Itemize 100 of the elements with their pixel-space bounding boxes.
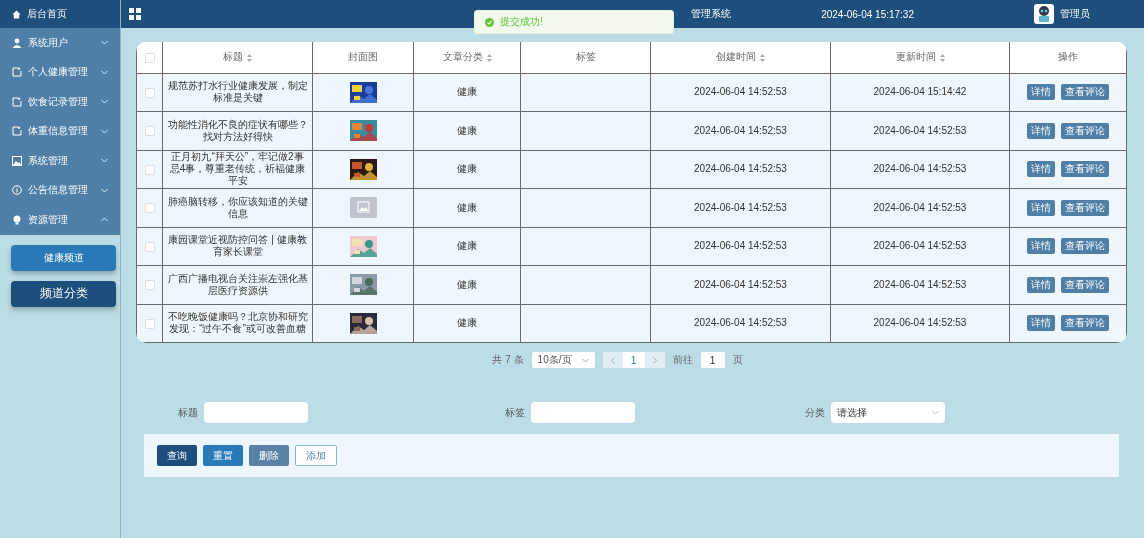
comments-button[interactable]: 查看评论 bbox=[1061, 315, 1109, 332]
page-size-select[interactable]: 10条/页 bbox=[531, 352, 595, 368]
table-cell: 广西广播电视台关注崇左强化基层医疗资源供 bbox=[162, 265, 313, 304]
chevron-icon[interactable] bbox=[101, 128, 108, 134]
image-icon bbox=[12, 155, 22, 166]
sort-icon[interactable] bbox=[760, 53, 765, 62]
column-header[interactable]: 更新时间 bbox=[830, 42, 1010, 73]
table-cell: 2024-06-04 14:52:53 bbox=[650, 73, 831, 112]
chevron-right-icon bbox=[652, 356, 657, 364]
menu-label: 个人健康管理 bbox=[28, 65, 88, 80]
column-header[interactable]: 文章分类 bbox=[413, 42, 521, 73]
details-button[interactable]: 详情 bbox=[1027, 122, 1055, 139]
total-count: 共 7 条 bbox=[492, 353, 524, 367]
chevron-icon[interactable] bbox=[101, 158, 108, 164]
sidebar-item[interactable]: 饮食记录管理 bbox=[0, 87, 120, 117]
home-menu-item[interactable]: 后台首页 bbox=[0, 0, 120, 28]
app-title: 管理系统 bbox=[691, 7, 731, 21]
comments-button[interactable]: 查看评论 bbox=[1061, 84, 1109, 101]
chevron-icon[interactable] bbox=[101, 40, 108, 46]
checkbox[interactable] bbox=[144, 241, 155, 252]
menu-label: 后台首页 bbox=[27, 7, 67, 21]
page-number[interactable]: 1 bbox=[622, 352, 645, 368]
column-header[interactable]: 标题 bbox=[162, 42, 313, 73]
sidebar-item[interactable]: 系统用户 bbox=[0, 28, 120, 58]
comments-button[interactable]: 查看评论 bbox=[1061, 122, 1109, 139]
next-page-button[interactable] bbox=[644, 352, 665, 368]
sidebar-item[interactable]: 公告信息管理 bbox=[0, 175, 120, 205]
checkbox[interactable] bbox=[144, 203, 155, 214]
checkbox[interactable] bbox=[144, 52, 155, 63]
sidebar-item[interactable]: 个人健康管理 bbox=[0, 57, 120, 87]
caret-icon bbox=[932, 410, 939, 415]
details-button[interactable]: 详情 bbox=[1027, 199, 1055, 216]
table-cell: 健康 bbox=[413, 150, 521, 189]
chevron-icon[interactable] bbox=[101, 187, 108, 193]
check-circle-icon bbox=[485, 17, 494, 27]
user-icon bbox=[12, 37, 22, 48]
table-cell: 2024-06-04 15:14:42 bbox=[830, 73, 1010, 112]
sidebar-item[interactable]: 资源管理 bbox=[0, 205, 120, 235]
table-cell: 功能性消化不良的症状有哪些？找对方法好得快 bbox=[162, 111, 313, 150]
table-cell: 2024-06-04 14:52:53 bbox=[650, 188, 831, 227]
user-name[interactable]: 管理员 bbox=[1060, 7, 1090, 21]
details-button[interactable]: 详情 bbox=[1027, 276, 1055, 293]
submenu-item[interactable]: 健康频道 bbox=[11, 244, 116, 271]
field-label: 分类 bbox=[805, 405, 825, 420]
robot-avatar-icon[interactable] bbox=[1034, 4, 1054, 24]
action-button[interactable]: 重置 bbox=[203, 445, 243, 466]
comments-button[interactable]: 查看评论 bbox=[1061, 276, 1109, 293]
table-cell: 健康 bbox=[413, 304, 521, 343]
details-button[interactable]: 详情 bbox=[1027, 315, 1055, 332]
document-icon bbox=[12, 126, 22, 137]
chevron-icon[interactable] bbox=[101, 217, 108, 223]
table-cell: 正月初九“拜天公”，牢记做2事忌4事，尊重老传统，祈福健康平安 bbox=[162, 150, 313, 189]
grid-menu-icon[interactable] bbox=[129, 8, 141, 20]
info-icon bbox=[12, 185, 22, 196]
table-cell: 2024-06-04 14:52:53 bbox=[650, 227, 831, 266]
checkbox[interactable] bbox=[144, 318, 155, 329]
sort-icon[interactable] bbox=[939, 53, 945, 62]
table-cell: 健康 bbox=[413, 227, 521, 266]
datetime: 2024-06-04 15:17:32 bbox=[821, 8, 914, 20]
checkbox[interactable] bbox=[144, 280, 155, 291]
sidebar-item[interactable]: 体重信息管理 bbox=[0, 116, 120, 146]
column-header: 标签 bbox=[520, 42, 651, 73]
table-cell: 2024-06-04 14:52:53 bbox=[830, 265, 1010, 304]
chevron-icon[interactable] bbox=[101, 69, 108, 75]
menu-label: 饮食记录管理 bbox=[28, 94, 88, 109]
goto-page-field[interactable]: 1 bbox=[700, 352, 725, 368]
checkbox[interactable] bbox=[144, 126, 155, 137]
document-icon bbox=[12, 67, 22, 78]
sort-icon[interactable] bbox=[486, 53, 492, 62]
action-button[interactable]: 添加 bbox=[295, 445, 337, 466]
action-button[interactable]: 查询 bbox=[157, 445, 197, 466]
category-select[interactable]: 请选择 bbox=[831, 402, 945, 423]
chevron-left-icon bbox=[610, 356, 615, 364]
checkbox[interactable] bbox=[144, 164, 155, 175]
menu-label: 系统管理 bbox=[28, 153, 68, 168]
details-button[interactable]: 详情 bbox=[1027, 84, 1055, 101]
submenu-item[interactable]: 频道分类 bbox=[11, 280, 116, 307]
table-cell: 2024-06-04 14:52:53 bbox=[650, 111, 831, 150]
comments-button[interactable]: 查看评论 bbox=[1061, 161, 1109, 178]
table-cell: 2024-06-04 14:52:53 bbox=[830, 150, 1010, 189]
input-field[interactable] bbox=[531, 402, 635, 423]
details-button[interactable]: 详情 bbox=[1027, 238, 1055, 255]
table-cell: 规范苏打水行业健康发展，制定标准是关键 bbox=[162, 73, 313, 112]
table-cell: 健康 bbox=[413, 73, 521, 112]
sort-icon[interactable] bbox=[247, 53, 252, 62]
bulb-icon bbox=[12, 214, 22, 225]
image-placeholder-icon bbox=[349, 197, 377, 219]
action-button[interactable]: 删除 bbox=[249, 445, 289, 466]
column-header[interactable]: 创建时间 bbox=[650, 42, 831, 73]
prev-page-button[interactable] bbox=[602, 352, 623, 368]
chevron-icon[interactable] bbox=[101, 99, 108, 105]
table-cell: 肺癌脑转移，你应该知道的关键信息 bbox=[162, 188, 313, 227]
sidebar-item[interactable]: 系统管理 bbox=[0, 146, 120, 176]
input-field[interactable] bbox=[204, 402, 308, 423]
checkbox[interactable] bbox=[144, 87, 155, 98]
home-icon bbox=[12, 9, 21, 19]
table-cell: 不吃晚饭健康吗？北京协和研究发现：“过午不食”或可改善血糖 bbox=[162, 304, 313, 343]
details-button[interactable]: 详情 bbox=[1027, 161, 1055, 178]
comments-button[interactable]: 查看评论 bbox=[1061, 199, 1109, 216]
comments-button[interactable]: 查看评论 bbox=[1061, 238, 1109, 255]
